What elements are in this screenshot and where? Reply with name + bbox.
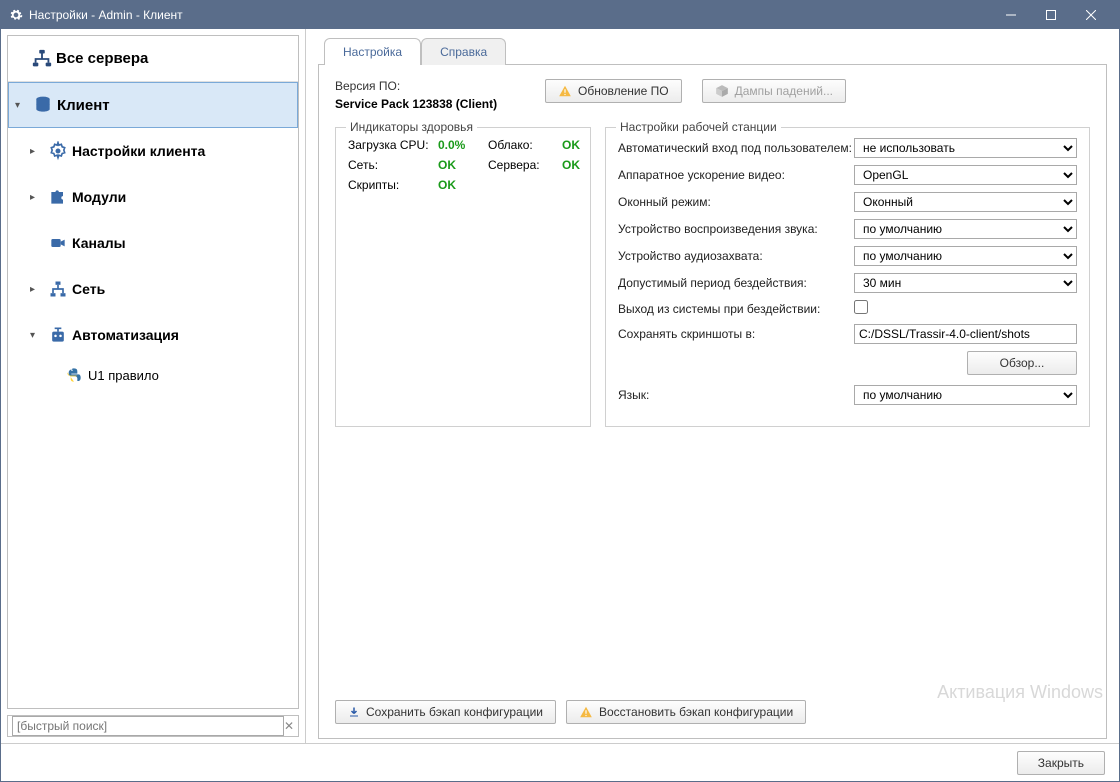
tab-help[interactable]: Справка	[421, 38, 506, 65]
idle-select[interactable]: 30 мин	[854, 273, 1077, 293]
puzzle-icon	[44, 187, 72, 207]
cloud-label: Облако:	[488, 138, 562, 152]
sidebar: Все сервера ▾ Клиент ▸ Настройки клиента…	[1, 29, 306, 743]
minimize-button[interactable]	[991, 1, 1031, 29]
tab-settings[interactable]: Настройка	[324, 38, 421, 65]
shots-input[interactable]	[854, 324, 1077, 344]
scripts-label: Скрипты:	[348, 178, 438, 192]
playback-label: Устройство воспроизведения звука:	[618, 222, 854, 236]
python-icon	[60, 367, 88, 383]
shots-label: Сохранять скриншоты в:	[618, 327, 854, 341]
warning-icon	[579, 705, 593, 719]
tree-label: Каналы	[72, 235, 126, 251]
net-label: Сеть:	[348, 158, 438, 172]
scripts-value: OK	[438, 178, 488, 192]
download-icon	[348, 706, 360, 718]
idle-label: Допустимый период бездействия:	[618, 276, 854, 290]
close-dialog-button[interactable]: Закрыть	[1017, 751, 1105, 775]
group-title: Настройки рабочей станции	[616, 120, 781, 134]
tree: Все сервера ▾ Клиент ▸ Настройки клиента…	[7, 35, 299, 709]
window-label: Оконный режим:	[618, 195, 854, 209]
network-icon	[44, 279, 72, 299]
camera-icon	[44, 235, 72, 251]
tree-automation[interactable]: ▾ Автоматизация	[8, 312, 298, 358]
cpu-value: 0.0%	[438, 138, 488, 152]
servers-icon	[28, 48, 56, 70]
gear-icon	[44, 141, 72, 161]
playback-select[interactable]: по умолчанию	[854, 219, 1077, 239]
tree-modules[interactable]: ▸ Модули	[8, 174, 298, 220]
tree-label: Автоматизация	[72, 327, 179, 343]
version-label: Версия ПО:	[335, 79, 525, 93]
servers-value: OK	[562, 158, 592, 172]
group-title: Индикаторы здоровья	[346, 120, 477, 134]
browse-button[interactable]: Обзор...	[967, 351, 1077, 375]
lang-label: Язык:	[618, 388, 854, 402]
tree-label: Клиент	[57, 97, 110, 114]
tree-all-servers[interactable]: Все сервера	[8, 36, 298, 82]
logout-idle-label: Выход из системы при бездействии:	[618, 302, 854, 316]
autologin-label: Автоматический вход под пользователем:	[618, 141, 854, 155]
tree-network[interactable]: ▸ Сеть	[8, 266, 298, 312]
footer: Закрыть	[1, 743, 1119, 781]
main-panel: Настройка Справка Версия ПО: Service Pac…	[306, 29, 1119, 743]
tree-label: U1 правило	[88, 368, 159, 383]
dumps-button[interactable]: Дампы падений...	[702, 79, 846, 103]
lang-select[interactable]: по умолчанию	[854, 385, 1077, 405]
chevron-right-icon: ▸	[30, 146, 44, 157]
version-value: Service Pack 123838 (Client)	[335, 97, 525, 111]
capture-select[interactable]: по умолчанию	[854, 246, 1077, 266]
tree-label: Сеть	[72, 281, 105, 297]
database-icon	[29, 95, 57, 115]
logout-idle-checkbox[interactable]	[854, 300, 868, 314]
tab-content: Версия ПО: Service Pack 123838 (Client) …	[318, 64, 1107, 739]
cpu-label: Загрузка CPU:	[348, 138, 438, 152]
chevron-down-icon: ▾	[15, 100, 29, 111]
chevron-right-icon: ▸	[30, 284, 44, 295]
workstation-group: Настройки рабочей станции Автоматический…	[605, 127, 1090, 427]
search-box[interactable]: ✕	[7, 715, 299, 737]
net-value: OK	[438, 158, 488, 172]
autologin-select[interactable]: не использовать	[854, 138, 1077, 158]
servers-label: Сервера:	[488, 158, 562, 172]
titlebar: Настройки - Admin - Клиент	[1, 1, 1119, 29]
save-backup-button[interactable]: Сохранить бэкап конфигурации	[335, 700, 556, 724]
search-input[interactable]	[12, 716, 284, 736]
cloud-value: OK	[562, 138, 592, 152]
chevron-right-icon: ▸	[30, 192, 44, 203]
maximize-button[interactable]	[1031, 1, 1071, 29]
tree-label: Все сервера	[56, 50, 148, 67]
robot-icon	[44, 325, 72, 345]
box-icon	[715, 84, 729, 98]
tree-client[interactable]: ▾ Клиент	[8, 82, 298, 128]
update-button[interactable]: Обновление ПО	[545, 79, 682, 103]
gear-icon	[9, 8, 23, 22]
tree-label: Модули	[72, 189, 126, 205]
hwaccel-select[interactable]: OpenGL	[854, 165, 1077, 185]
close-button[interactable]	[1071, 1, 1111, 29]
capture-label: Устройство аудиозахвата:	[618, 249, 854, 263]
hwaccel-label: Аппаратное ускорение видео:	[618, 168, 854, 182]
warning-icon	[558, 84, 572, 98]
restore-backup-button[interactable]: Восстановить бэкап конфигурации	[566, 700, 806, 724]
tree-rule-u1[interactable]: U1 правило	[8, 358, 298, 392]
clear-search-icon[interactable]: ✕	[284, 719, 294, 733]
tree-client-settings[interactable]: ▸ Настройки клиента	[8, 128, 298, 174]
health-group: Индикаторы здоровья Загрузка CPU: 0.0% О…	[335, 127, 591, 427]
chevron-down-icon: ▾	[30, 330, 44, 341]
tree-channels[interactable]: Каналы	[8, 220, 298, 266]
tree-label: Настройки клиента	[72, 143, 205, 159]
window-select[interactable]: Оконный	[854, 192, 1077, 212]
window-title: Настройки - Admin - Клиент	[29, 8, 991, 22]
